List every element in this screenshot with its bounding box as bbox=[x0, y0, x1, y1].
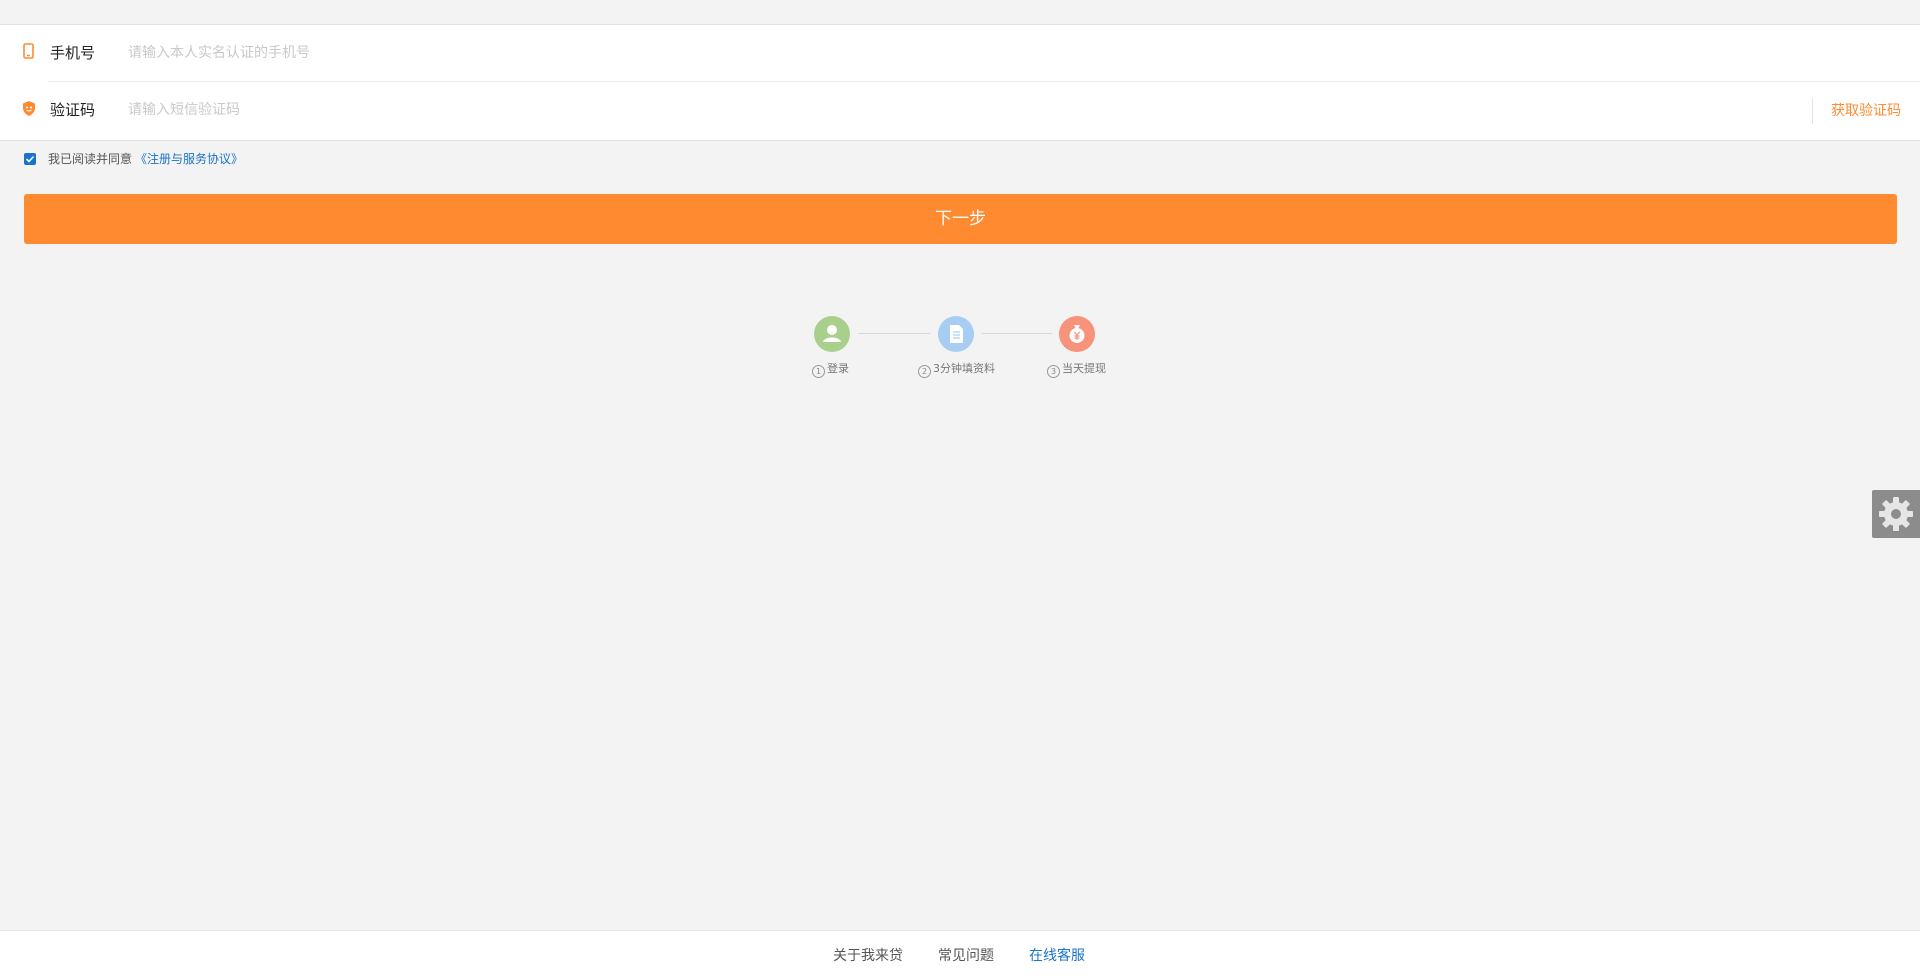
code-label: 验证码 bbox=[50, 101, 96, 119]
step-label: 登录 bbox=[827, 362, 849, 375]
document-icon bbox=[950, 325, 963, 343]
login-form: 手机号 验证码 获取验证码 bbox=[0, 25, 1920, 141]
agreement-checkbox[interactable] bbox=[24, 153, 36, 165]
code-row: 验证码 获取验证码 bbox=[0, 82, 1920, 139]
code-separator bbox=[1812, 98, 1813, 124]
agreement-text: 我已阅读并同意 bbox=[48, 152, 133, 166]
gear-icon bbox=[1879, 497, 1913, 531]
footer-link-about[interactable]: 关于我来贷 bbox=[833, 946, 903, 966]
step-label: 3分钟填资料 bbox=[933, 362, 995, 375]
user-icon bbox=[823, 325, 841, 342]
step-caption: 2 3分钟填资料 bbox=[918, 362, 995, 378]
get-code-button[interactable]: 获取验证码 bbox=[1831, 101, 1901, 121]
step-label: 当天提现 bbox=[1062, 362, 1106, 375]
shield-icon bbox=[21, 100, 37, 118]
phone-label: 手机号 bbox=[50, 44, 96, 62]
next-step-button[interactable]: 下一步 bbox=[24, 194, 1897, 244]
code-input[interactable] bbox=[128, 96, 1228, 124]
footer-link-faq[interactable]: 常见问题 bbox=[938, 946, 994, 966]
footer-link-support[interactable]: 在线客服 bbox=[1029, 946, 1085, 966]
step-caption: 1 登录 bbox=[812, 362, 849, 378]
phone-row: 手机号 bbox=[0, 25, 1920, 82]
phone-icon bbox=[21, 43, 37, 61]
step-fill-info-icon bbox=[938, 316, 974, 352]
step-login-icon bbox=[814, 316, 850, 352]
step-number: 1 bbox=[812, 365, 825, 378]
top-bar bbox=[0, 0, 1920, 25]
money-bag-icon bbox=[1069, 325, 1085, 343]
step-caption: 3 当天提现 bbox=[1047, 362, 1106, 378]
phone-input[interactable] bbox=[128, 39, 1228, 67]
step-number: 3 bbox=[1047, 365, 1060, 378]
step-number: 2 bbox=[918, 365, 931, 378]
step-connector bbox=[858, 333, 930, 334]
footer: 关于我来贷 常见问题 在线客服 bbox=[0, 930, 1920, 979]
step-withdraw-icon bbox=[1059, 316, 1095, 352]
step-connector bbox=[982, 333, 1052, 334]
settings-button[interactable] bbox=[1872, 490, 1920, 538]
agreement-link[interactable]: 《注册与服务协议》 bbox=[135, 151, 243, 167]
